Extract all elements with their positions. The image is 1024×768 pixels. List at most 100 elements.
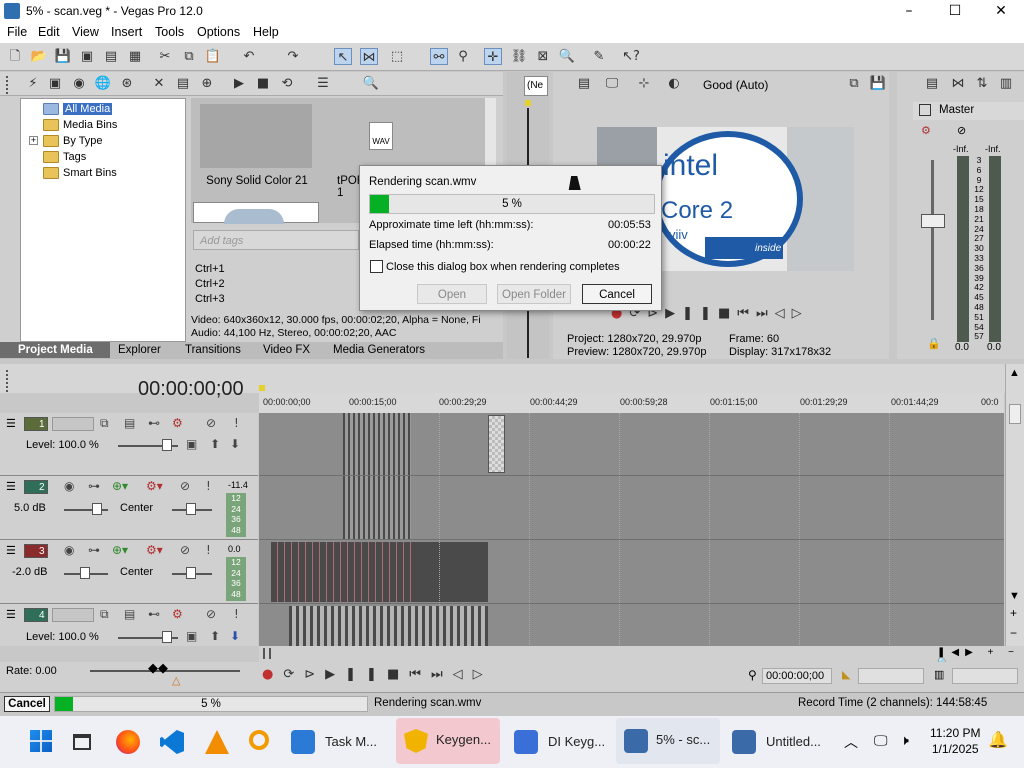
tree-item-tags[interactable]: Tags (43, 149, 86, 165)
track-settings-icon[interactable]: ⚙ (172, 416, 183, 430)
save-snapshot-icon[interactable]: 💾 (869, 75, 887, 92)
tab-transitions[interactable]: Transitions (185, 342, 241, 358)
selection-start-field[interactable] (858, 668, 924, 684)
media-search-icon[interactable]: ⊛ (118, 75, 136, 92)
loop-icon[interactable]: ⟳ (283, 667, 304, 682)
tree-item-all-media[interactable]: All Media (43, 101, 113, 117)
rate-knob[interactable]: ◆◆ (148, 660, 168, 676)
open-button[interactable]: Open (417, 284, 487, 304)
scroll-down-icon[interactable]: ▼ (1009, 590, 1020, 602)
track-collapse-icon[interactable]: ☰ (6, 480, 16, 493)
scroll-up-icon[interactable]: ▲ (1009, 367, 1020, 379)
tree-item-by-type[interactable]: + By Type (29, 133, 103, 149)
compositing-icon[interactable]: ⊷ (148, 416, 160, 430)
external-monitor-icon[interactable]: 🖵 (603, 75, 621, 92)
network-icon[interactable]: 🖵 (874, 732, 888, 749)
go-end-icon[interactable]: ⏭ (431, 667, 453, 682)
render-icon[interactable]: ▦ (126, 48, 144, 65)
tree-item-smart-bins[interactable]: Smart Bins (43, 165, 117, 181)
master-fader-track[interactable] (931, 160, 934, 320)
scroll-thumb[interactable] (1009, 404, 1021, 424)
go-start-icon[interactable]: ⏮ (409, 667, 431, 682)
start-icon[interactable] (30, 730, 52, 752)
expand-icon[interactable]: + (29, 136, 38, 145)
track-header-1[interactable]: ☰ 1 ⧉ ▤ ⊷ ⚙ ⊘ ! Level: 100.0 % ▣ ⬆ ⬇ (0, 413, 258, 476)
close-when-done-checkbox[interactable] (370, 260, 383, 273)
ignore-grouping-icon[interactable]: ⊠ (534, 48, 552, 65)
clock[interactable]: 11:20 PM 1/1/2025 (930, 725, 980, 757)
volume-icon[interactable]: 🕨 (900, 732, 909, 749)
tab-project-media[interactable]: Project Media (18, 342, 93, 358)
stop-preview-icon[interactable]: ■ (254, 75, 272, 92)
insert-fx-icon[interactable]: ⊕▾ (112, 543, 128, 557)
compositing-icon[interactable]: ⊷ (148, 607, 160, 621)
insert-fx-icon[interactable]: ⊕▾ (112, 479, 128, 493)
track-collapse-icon[interactable]: ☰ (6, 608, 16, 621)
track-pan-knob[interactable] (186, 567, 196, 579)
menu-tools[interactable]: Tools (155, 25, 184, 39)
status-cancel-button[interactable]: Cancel (4, 696, 50, 712)
menu-edit[interactable]: Edit (38, 25, 60, 39)
track-lane-1[interactable] (259, 413, 1004, 476)
mute-icon[interactable]: ⊘ (180, 543, 190, 557)
track-fx-icon[interactable]: ⊶ (88, 543, 100, 557)
snapping-icon[interactable]: ✛ (484, 48, 502, 65)
menu-file[interactable]: File (7, 25, 27, 39)
make-parent-icon[interactable]: ⬇ (230, 629, 240, 643)
play-preview-icon[interactable]: ▶ (230, 75, 248, 92)
selection-length-field[interactable] (952, 668, 1018, 684)
remove-media-icon[interactable]: ✕ (150, 75, 168, 92)
prev-frame-icon[interactable]: ◁ (453, 667, 473, 682)
auto-preview-icon[interactable]: ⟲ (278, 75, 296, 92)
track-lane-3[interactable] (259, 540, 1004, 604)
make-child-icon[interactable]: ⬆ (210, 437, 220, 451)
track-header-3[interactable]: ☰ 3 ◉ ⊶ ⊕▾ ⚙▾ ⊘ ! 0.0 -2.0 dB Center 12 2… (0, 540, 258, 604)
script-icon[interactable]: ✎ (590, 48, 608, 65)
zoom-in-icon[interactable]: + (1010, 606, 1017, 620)
pause-icon[interactable]: ❚❚ (682, 306, 718, 321)
auto-ripple-icon[interactable]: ⚯ (430, 48, 448, 65)
import-media-icon[interactable]: ⚡ (24, 75, 42, 92)
play-icon[interactable]: ▶ (665, 306, 682, 321)
menu-view[interactable]: View (72, 25, 99, 39)
video-event[interactable] (289, 606, 488, 646)
cut-icon[interactable]: ✂ (156, 48, 174, 65)
taskbar-app-task-manager[interactable]: Task M... (285, 726, 383, 760)
lock-envelopes-icon[interactable]: ⚲ (454, 48, 472, 65)
cancel-button[interactable]: Cancel (582, 284, 652, 304)
solo-icon[interactable]: ! (234, 416, 239, 430)
taskbar-app-di-keygen[interactable]: DI Keyg... (508, 726, 612, 760)
paste-icon[interactable]: 📋 (204, 48, 222, 65)
make-parent-icon[interactable]: ⬇ (230, 437, 240, 451)
prev-frame-icon[interactable]: ◁ (775, 306, 792, 321)
tags-input[interactable]: Add tags (193, 230, 359, 250)
timeline-grip[interactable] (6, 370, 10, 392)
vlc-icon[interactable] (205, 730, 229, 754)
record-icon[interactable]: ● (262, 667, 283, 682)
shortcut-ctrl-1[interactable]: Ctrl+1 (195, 262, 225, 277)
preview-quality-select[interactable]: Good (Auto) (703, 78, 768, 92)
close-button[interactable]: ✕ (978, 0, 1024, 23)
master-mute-icon[interactable]: ⊘ (957, 124, 966, 137)
save-as-icon[interactable]: ▣ (78, 48, 96, 65)
media-thumbnail-scan[interactable] (193, 202, 319, 224)
zoom-tool-icon[interactable]: 🔍 (558, 48, 576, 65)
composite-parent-icon[interactable]: ▣ (186, 437, 197, 451)
get-photo-icon[interactable]: ◉ (70, 75, 88, 92)
track-volume-knob[interactable] (92, 503, 102, 515)
track-level-knob[interactable] (162, 631, 172, 643)
tree-item-media-bins[interactable]: Media Bins (43, 117, 117, 133)
save-icon[interactable]: 💾 (54, 48, 72, 65)
vscode-icon[interactable] (160, 730, 184, 754)
views-icon[interactable]: ☰ (314, 75, 332, 92)
track-volume-knob[interactable] (80, 567, 90, 579)
track-motion-icon[interactable]: ⧉ (100, 416, 109, 431)
mute-icon[interactable]: ⊘ (206, 607, 216, 621)
whats-this-icon[interactable]: ↖? (622, 48, 640, 65)
track-collapse-icon[interactable]: ☰ (6, 417, 16, 430)
minimize-button[interactable]: – (886, 0, 932, 23)
track-settings-icon[interactable]: ⚙▾ (146, 543, 163, 557)
zoom-out-icon[interactable]: − (1010, 626, 1017, 640)
master-fx-icon[interactable]: ⚙ (921, 124, 931, 137)
stop-icon[interactable]: ■ (718, 306, 737, 321)
